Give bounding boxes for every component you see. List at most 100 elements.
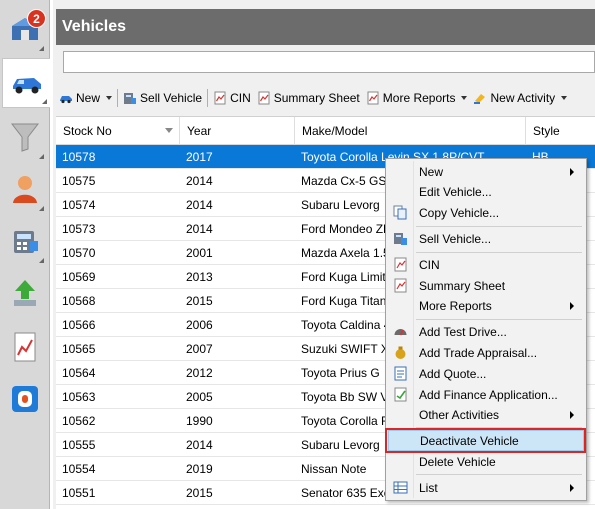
new-activity-button[interactable]: New Activity — [470, 87, 570, 109]
column-header-style[interactable]: Style — [526, 117, 595, 145]
menu-item-add-trade-appraisal[interactable]: Add Trade Appraisal... — [388, 342, 584, 363]
cell-year: 2014 — [186, 173, 213, 188]
submenu-arrow-icon — [570, 484, 574, 492]
menu-item-list[interactable]: List — [388, 477, 584, 498]
cin-button[interactable]: CIN — [210, 87, 254, 109]
menu-separator — [416, 252, 582, 253]
menu-separator — [416, 319, 582, 320]
menu-item-add-finance-application[interactable]: Add Finance Application... — [388, 384, 584, 405]
form-icon — [394, 387, 407, 402]
search-input[interactable] — [63, 51, 595, 73]
contacts-button[interactable] — [2, 164, 47, 214]
cell-stock-no: 10568 — [62, 293, 96, 308]
report-icon — [394, 257, 407, 272]
new-activity-label: New Activity — [490, 91, 556, 105]
finance-icon — [13, 231, 38, 253]
new-button[interactable]: New — [56, 87, 115, 109]
cell-year: 2007 — [186, 341, 213, 356]
menu-item-summary-sheet[interactable]: Summary Sheet — [388, 275, 584, 296]
cell-stock-no: 10564 — [62, 365, 96, 380]
filter-icon — [10, 123, 39, 152]
column-header-year[interactable]: Year — [180, 117, 295, 145]
menu-item-label: Other Activities — [419, 407, 500, 422]
menu-item-label: Add Finance Application... — [419, 387, 558, 402]
menu-item-more-reports[interactable]: More Reports — [388, 295, 584, 316]
cell-year: 2013 — [186, 269, 213, 284]
cell-stock-no: 10551 — [62, 485, 96, 500]
cell-stock-no: 10569 — [62, 269, 96, 284]
cell-stock-no: 10563 — [62, 389, 96, 404]
sell-icon — [394, 233, 407, 245]
summary-sheet-label: Summary Sheet — [273, 91, 360, 105]
menu-item-delete-vehicle[interactable]: Delete Vehicle — [388, 451, 584, 472]
vehicles-button[interactable] — [2, 58, 50, 108]
menu-item-copy-vehicle[interactable]: Copy Vehicle... — [388, 202, 584, 223]
cell-year: 2006 — [186, 317, 213, 332]
report-icon — [258, 91, 270, 105]
menu-item-label: CIN — [419, 257, 440, 272]
cell-year: 2015 — [186, 293, 213, 308]
submenu-arrow-icon — [570, 168, 574, 176]
menu-item-cin[interactable]: CIN — [388, 254, 584, 275]
more-reports-button[interactable]: More Reports — [363, 87, 471, 109]
import-button[interactable] — [2, 268, 47, 318]
document-icon — [394, 366, 407, 381]
sort-desc-icon[interactable] — [165, 128, 173, 133]
submenu-arrow-icon — [570, 302, 574, 310]
menu-item-sell-vehicle[interactable]: Sell Vehicle... — [388, 228, 584, 249]
left-nav-rail: 2 — [0, 0, 50, 509]
more-reports-label: More Reports — [382, 91, 456, 105]
cell-year: 1990 — [186, 413, 213, 428]
chevron-down-icon — [561, 96, 568, 100]
menu-item-label: Sell Vehicle... — [419, 231, 492, 246]
column-header-label: Year — [187, 124, 212, 138]
cell-stock-no: 10570 — [62, 245, 96, 260]
report-icon — [367, 91, 379, 105]
menu-item-edit-vehicle[interactable]: Edit Vehicle... — [388, 181, 584, 202]
page-title: Vehicles — [56, 9, 595, 45]
column-header-stock-no[interactable]: Stock No — [56, 117, 180, 145]
cell-year: 2012 — [186, 365, 213, 380]
cell-year: 2019 — [186, 461, 213, 476]
menu-item-new[interactable]: New — [388, 161, 584, 182]
menu-separator — [416, 474, 582, 475]
menu-item-label: Edit Vehicle... — [419, 184, 492, 199]
menu-item-label: Delete Vehicle — [419, 454, 496, 469]
menu-item-label: More Reports — [419, 298, 492, 313]
cell-year: 2014 — [186, 221, 213, 236]
report-icon — [394, 278, 407, 293]
menu-item-other-activities[interactable]: Other Activities — [388, 404, 584, 425]
cell-stock-no: 10573 — [62, 221, 96, 236]
cell-stock-no: 10554 — [62, 461, 96, 476]
cell-stock-no: 10574 — [62, 197, 96, 212]
sell-vehicle-button[interactable]: Sell Vehicle — [120, 87, 205, 109]
cell-stock-no: 10566 — [62, 317, 96, 332]
home-button[interactable]: 2 — [2, 4, 47, 54]
reports-button[interactable] — [2, 322, 47, 372]
finance-button[interactable] — [2, 216, 47, 266]
summary-sheet-button[interactable]: Summary Sheet — [254, 87, 363, 109]
cell-year: 2015 — [186, 485, 213, 500]
cell-stock-no: 10578 — [62, 149, 96, 164]
menu-item-label: Add Test Drive... — [419, 324, 507, 339]
contact-icon — [12, 176, 37, 203]
cell-stock-no: 10562 — [62, 413, 96, 428]
table-header: Stock No Year Make/Model Style — [56, 117, 595, 145]
menu-item-add-test-drive[interactable]: Add Test Drive... — [388, 321, 584, 342]
cell-year: 2014 — [186, 437, 213, 452]
filter-button[interactable] — [2, 112, 47, 162]
column-header-make-model[interactable]: Make/Model — [295, 117, 526, 145]
menu-item-label: Summary Sheet — [419, 278, 506, 293]
menu-item-label: New — [419, 164, 444, 179]
toolbar-divider — [117, 89, 119, 107]
cell-stock-no: 10555 — [62, 437, 96, 452]
dealer-logo[interactable] — [2, 374, 47, 424]
menu-item-label: Copy Vehicle... — [419, 205, 500, 220]
report-icon — [14, 332, 35, 362]
cell-year: 2014 — [186, 197, 213, 212]
column-header-label: Stock No — [63, 124, 112, 138]
import-icon — [13, 280, 36, 306]
menu-item-add-quote[interactable]: Add Quote... — [388, 363, 584, 384]
vehicle-icon — [60, 96, 72, 104]
column-header-label: Style — [533, 124, 560, 138]
